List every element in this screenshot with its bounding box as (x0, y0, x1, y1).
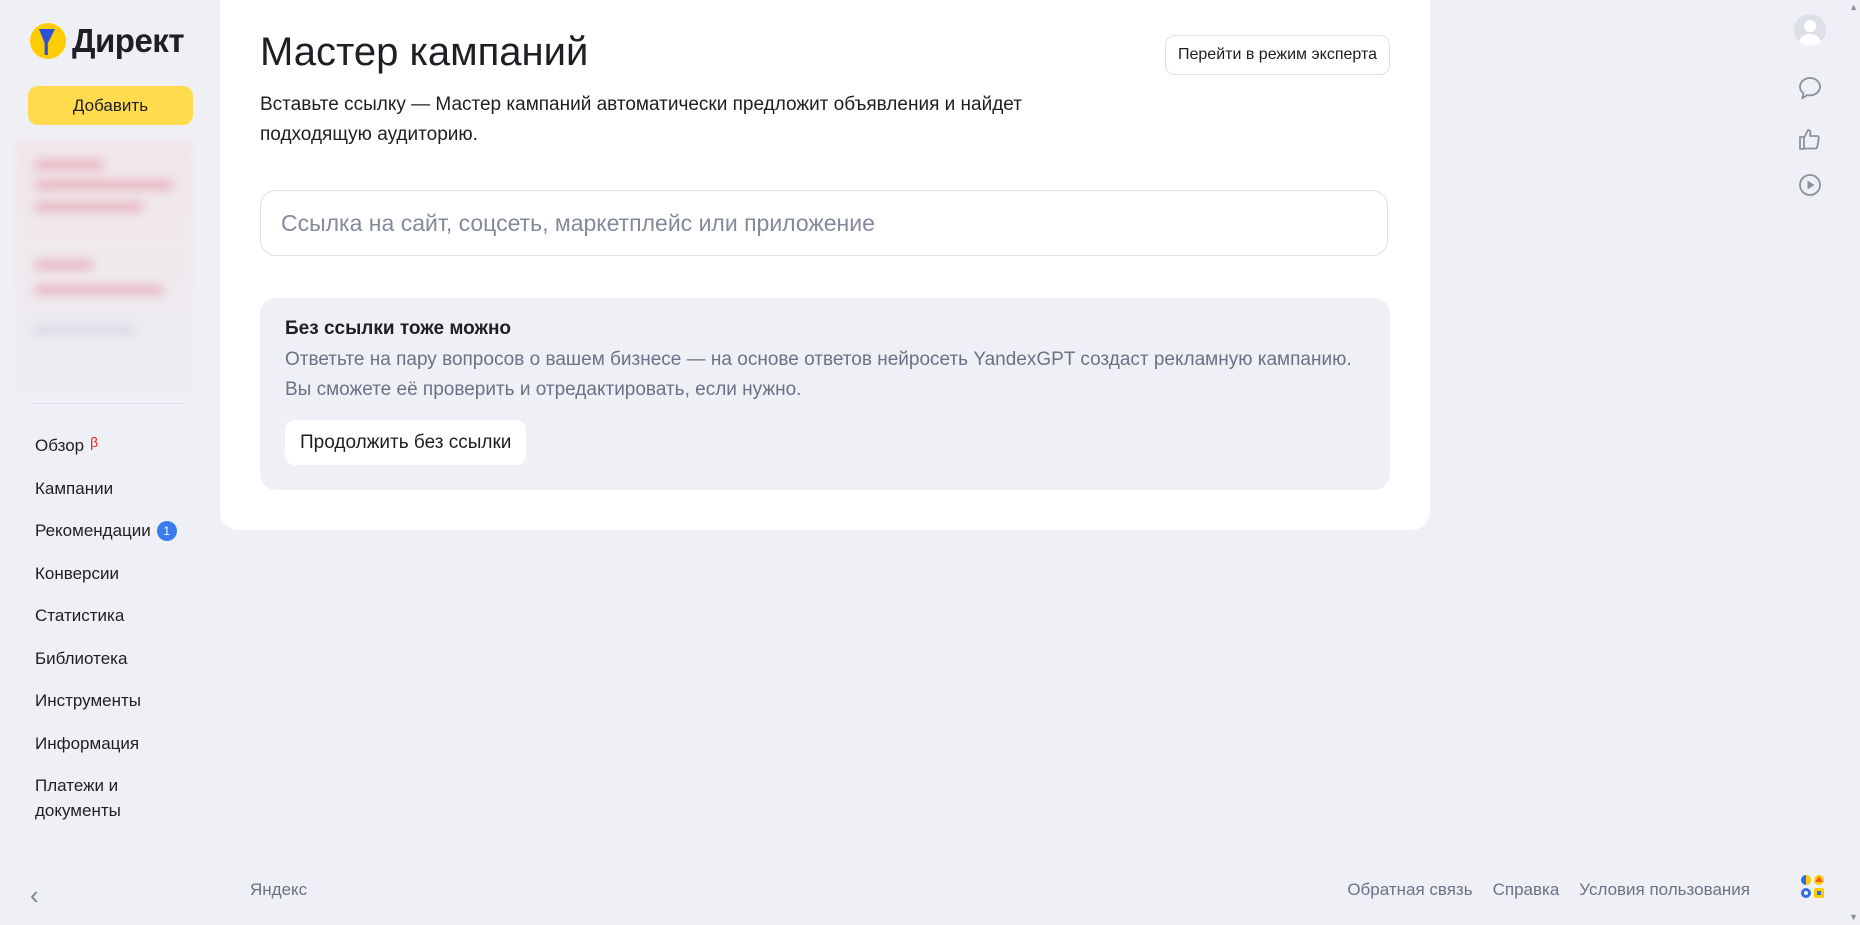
footer-link-help[interactable]: Справка (1493, 880, 1560, 900)
sidebar-nav: Обзор β Кампании Рекомендации 1 Конверси… (35, 425, 210, 823)
sidebar-item-label: Платежи и документы (35, 776, 121, 820)
sidebar: Директ Добавить Обзор β Кампании Рекомен… (0, 0, 220, 925)
page-title: Мастер кампаний (260, 30, 589, 74)
sidebar-item-label: Рекомендации (35, 521, 151, 541)
no-link-title: Без ссылки тоже можно (285, 318, 512, 339)
sidebar-item-label: Инструменты (35, 691, 142, 711)
sidebar-item-statistics[interactable]: Статистика (35, 595, 210, 638)
sidebar-item-label: Библиотека (35, 648, 128, 668)
right-rail: ▲ ▼ (1760, 0, 1860, 925)
sidebar-item-payments[interactable]: Платежи и документы (35, 773, 155, 823)
sidebar-item-overview[interactable]: Обзор β (35, 425, 210, 468)
sidebar-item-information[interactable]: Информация (35, 723, 210, 766)
no-link-description: Ответьте на пару вопросов о вашем бизнес… (285, 349, 1352, 400)
sidebar-item-campaigns[interactable]: Кампании (35, 468, 210, 511)
expert-mode-button[interactable]: Перейти в режим эксперта (1165, 35, 1390, 75)
play-icon[interactable] (1797, 172, 1823, 198)
avatar[interactable] (1794, 14, 1826, 46)
collapse-sidebar-icon[interactable]: ‹ (30, 882, 39, 908)
sidebar-item-tools[interactable]: Инструменты (35, 680, 210, 723)
sidebar-item-recommendations[interactable]: Рекомендации 1 (35, 510, 210, 553)
add-button[interactable]: Добавить (28, 86, 193, 125)
footer-link-feedback[interactable]: Обратная связь (1347, 880, 1472, 900)
thumbs-up-icon[interactable] (1797, 126, 1823, 152)
continue-without-link-button[interactable]: Продолжить без ссылки (285, 420, 527, 465)
sidebar-item-label: Конверсии (35, 563, 119, 583)
sidebar-item-library[interactable]: Библиотека (35, 638, 210, 681)
scroll-down-icon[interactable]: ▼ (1849, 912, 1858, 922)
sidebar-item-label: Обзор (35, 436, 85, 456)
logo[interactable]: Директ (30, 22, 184, 60)
apps-icon[interactable] (1798, 871, 1828, 901)
sidebar-item-conversions[interactable]: Конверсии (35, 553, 210, 596)
direct-logo-icon (30, 23, 66, 59)
campaign-master-card: Мастер кампаний Перейти в режим эксперта… (220, 0, 1430, 530)
logo-text: Директ (72, 22, 184, 59)
no-link-panel: Без ссылки тоже можно Ответьте на пару в… (260, 298, 1390, 490)
scroll-up-icon[interactable]: ▲ (1849, 2, 1858, 12)
url-input[interactable] (260, 190, 1388, 256)
count-badge: 1 (156, 521, 177, 542)
sidebar-item-label: Информация (35, 733, 140, 753)
sidebar-item-label: Статистика (35, 606, 125, 626)
beta-badge: β (90, 434, 99, 451)
account-info-redacted (14, 140, 194, 395)
footer-link-terms[interactable]: Условия пользования (1579, 880, 1750, 900)
footer-brand[interactable]: Яндекс (250, 880, 307, 900)
chat-icon[interactable] (1797, 75, 1823, 101)
page-subtitle: Вставьте ссылку — Мастер кампаний автома… (260, 94, 1022, 145)
sidebar-divider (30, 403, 186, 404)
footer-links: Обратная связь Справка Условия пользован… (1347, 880, 1750, 900)
sidebar-item-label: Кампании (35, 478, 114, 498)
